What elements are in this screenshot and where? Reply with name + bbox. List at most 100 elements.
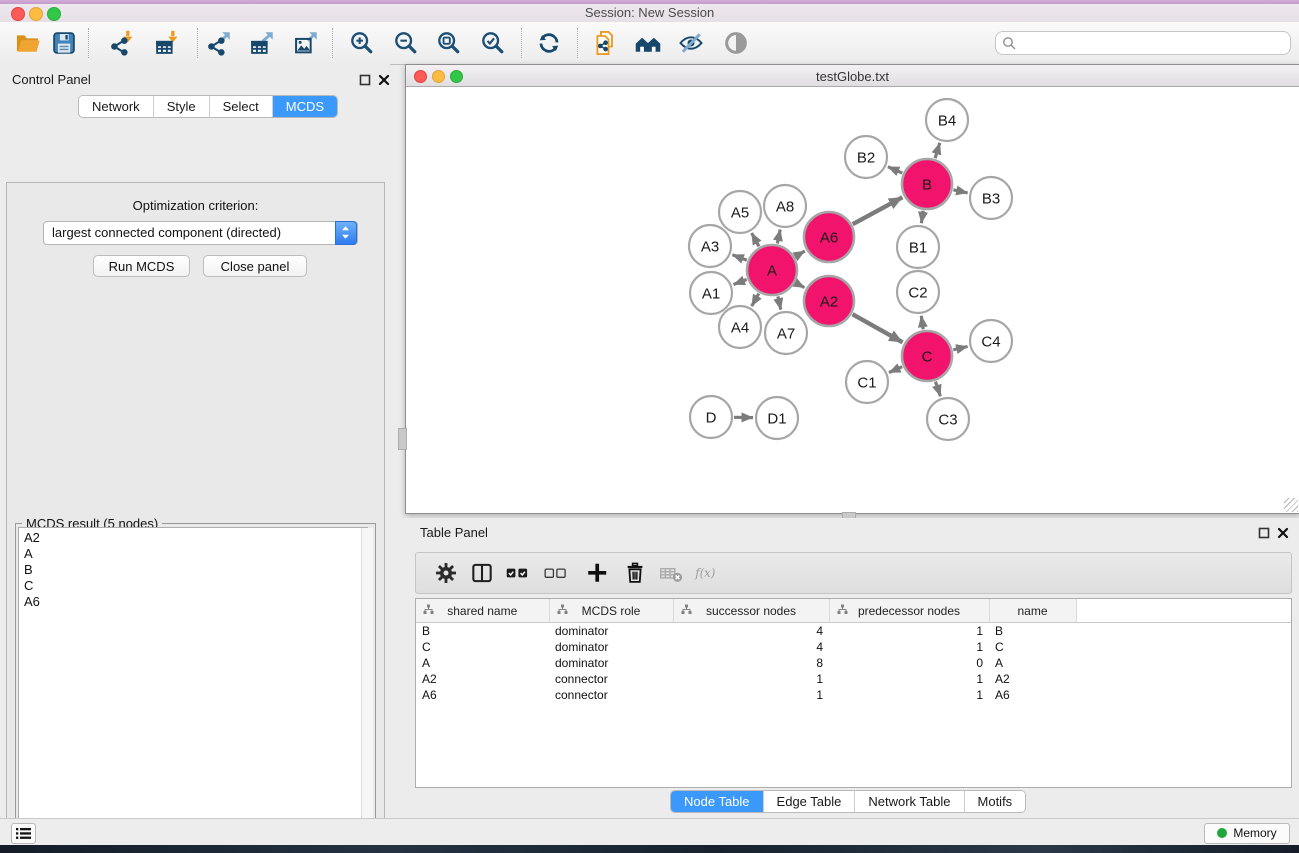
graph-node-D[interactable]: D [690, 396, 732, 438]
graph-edge-A6-B[interactable] [853, 197, 903, 224]
show-graphics-details-button[interactable] [722, 29, 750, 57]
table-cell[interactable]: 1 [829, 671, 989, 687]
import-network-button[interactable] [108, 29, 136, 57]
export-image-button[interactable] [292, 29, 320, 57]
table-cell[interactable]: 1 [673, 671, 829, 687]
show-columns-button[interactable] [469, 560, 495, 586]
table-cell[interactable]: 1 [829, 623, 989, 640]
table-row[interactable]: Bdominator41B [416, 623, 1291, 640]
open-session-button[interactable] [14, 29, 42, 57]
graph-node-C2[interactable]: C2 [897, 271, 939, 313]
table-row[interactable]: Cdominator41C [416, 639, 1291, 655]
mcds-result-item[interactable]: C [24, 578, 367, 594]
table-cell[interactable]: A [416, 655, 549, 671]
table-cell[interactable]: C [416, 639, 549, 655]
graph-edge-C-C4[interactable] [953, 347, 967, 350]
network-view-canvas[interactable]: B4B2BB3A5A8A6B1A3AC2A1A2A4A7C4CC1C3DD1 [406, 87, 1297, 512]
graph-node-C3[interactable]: C3 [927, 398, 969, 440]
column-header-MCDS-role[interactable]: MCDS role [549, 599, 673, 623]
table-tab-motifs[interactable]: Motifs [964, 791, 1026, 812]
table-row[interactable]: A2connector11A2 [416, 671, 1291, 687]
graph-node-B[interactable]: B [902, 159, 952, 209]
graph-edge-A-A7[interactable] [778, 296, 781, 309]
zoom-fit-button[interactable] [435, 29, 463, 57]
import-table-button[interactable] [153, 29, 181, 57]
graph-edge-A2-C[interactable] [853, 314, 903, 342]
criterion-dropdown[interactable]: largest connected component (directed) [43, 221, 358, 245]
graph-node-A3[interactable]: A3 [689, 225, 731, 267]
graph-node-C[interactable]: C [902, 331, 952, 381]
graph-node-D1[interactable]: D1 [756, 397, 798, 439]
tab-network[interactable]: Network [79, 96, 153, 117]
graph-edge-C-C3[interactable] [936, 382, 941, 397]
vertical-split-handle[interactable] [398, 428, 407, 450]
graph-node-C1[interactable]: C1 [846, 361, 888, 403]
table-cell[interactable]: A2 [416, 671, 549, 687]
mcds-list-scrollbar[interactable] [361, 528, 373, 853]
table-cell[interactable]: A6 [416, 687, 549, 703]
table-settings-button[interactable] [433, 560, 459, 586]
column-header-name[interactable]: name [989, 599, 1076, 623]
table-cell[interactable]: 1 [673, 687, 829, 703]
graph-node-A1[interactable]: A1 [690, 272, 732, 314]
graph-edge-C-C1[interactable] [889, 367, 902, 373]
graph-node-A2[interactable]: A2 [804, 276, 854, 326]
graph-node-B1[interactable]: B1 [897, 226, 939, 268]
table-cell[interactable]: B [989, 623, 1076, 640]
table-tab-node-table[interactable]: Node Table [671, 791, 763, 812]
create-column-button[interactable] [584, 560, 610, 586]
export-table-button[interactable] [248, 29, 276, 57]
table-tab-network-table[interactable]: Network Table [854, 791, 963, 812]
column-header-successor-nodes[interactable]: successor nodes [673, 599, 829, 623]
float-table-panel-icon[interactable] [1257, 526, 1271, 540]
table-cell[interactable]: B [416, 623, 549, 640]
show-task-history-button[interactable] [11, 823, 36, 844]
graph-node-B3[interactable]: B3 [970, 177, 1012, 219]
home-views-button[interactable] [634, 29, 662, 57]
table-cell[interactable]: dominator [549, 655, 673, 671]
graph-node-A8[interactable]: A8 [764, 185, 806, 227]
close-table-panel-icon[interactable] [1276, 526, 1290, 540]
column-header-shared-name[interactable]: shared name [416, 599, 549, 623]
graph-edge-B-B2[interactable] [888, 167, 902, 173]
table-row[interactable]: Adominator80A [416, 655, 1291, 671]
graph-edge-A-A2[interactable] [796, 283, 805, 288]
table-cell[interactable]: A2 [989, 671, 1076, 687]
refresh-button[interactable] [535, 29, 563, 57]
table-cell[interactable]: 0 [829, 655, 989, 671]
window-resize-grip[interactable] [1284, 498, 1298, 512]
run-mcds-button[interactable]: Run MCDS [93, 255, 190, 277]
graph-edge-B-B3[interactable] [953, 190, 967, 193]
graph-node-A[interactable]: A [747, 245, 797, 295]
graph-edge-A-A5[interactable] [752, 233, 759, 246]
graph-node-C4[interactable]: C4 [970, 320, 1012, 362]
graph-edge-C-C2[interactable] [921, 316, 923, 330]
float-panel-icon[interactable] [358, 73, 372, 87]
network-window-titlebar[interactable]: testGlobe.txt [406, 65, 1299, 87]
save-session-button[interactable] [50, 29, 78, 57]
table-cell[interactable]: 4 [673, 639, 829, 655]
memory-button[interactable]: Memory [1204, 823, 1290, 844]
table-cell[interactable]: dominator [549, 623, 673, 640]
tab-mcds[interactable]: MCDS [272, 96, 337, 117]
select-all-rows-button[interactable] [505, 560, 537, 586]
graph-node-A5[interactable]: A5 [719, 191, 761, 233]
mcds-result-item[interactable]: A6 [24, 594, 367, 610]
zoom-out-button[interactable] [392, 29, 420, 57]
graph-edge-A-A1[interactable] [734, 280, 747, 285]
mcds-result-item[interactable]: A2 [24, 530, 367, 546]
table-cell[interactable]: 1 [829, 687, 989, 703]
table-row[interactable]: A6connector11A6 [416, 687, 1291, 703]
tab-select[interactable]: Select [209, 96, 272, 117]
table-cell[interactable]: 8 [673, 655, 829, 671]
table-cell[interactable]: 1 [829, 639, 989, 655]
graph-node-B4[interactable]: B4 [926, 99, 968, 141]
table-cell[interactable]: dominator [549, 639, 673, 655]
graph-edge-A-A3[interactable] [732, 255, 746, 261]
graph-edge-B-B1[interactable] [921, 211, 923, 224]
table-cell[interactable]: A6 [989, 687, 1076, 703]
table-cell[interactable]: C [989, 639, 1076, 655]
graph-edge-A-A8[interactable] [777, 230, 780, 244]
search-input[interactable] [1020, 34, 1284, 52]
table-cell[interactable]: A [989, 655, 1076, 671]
